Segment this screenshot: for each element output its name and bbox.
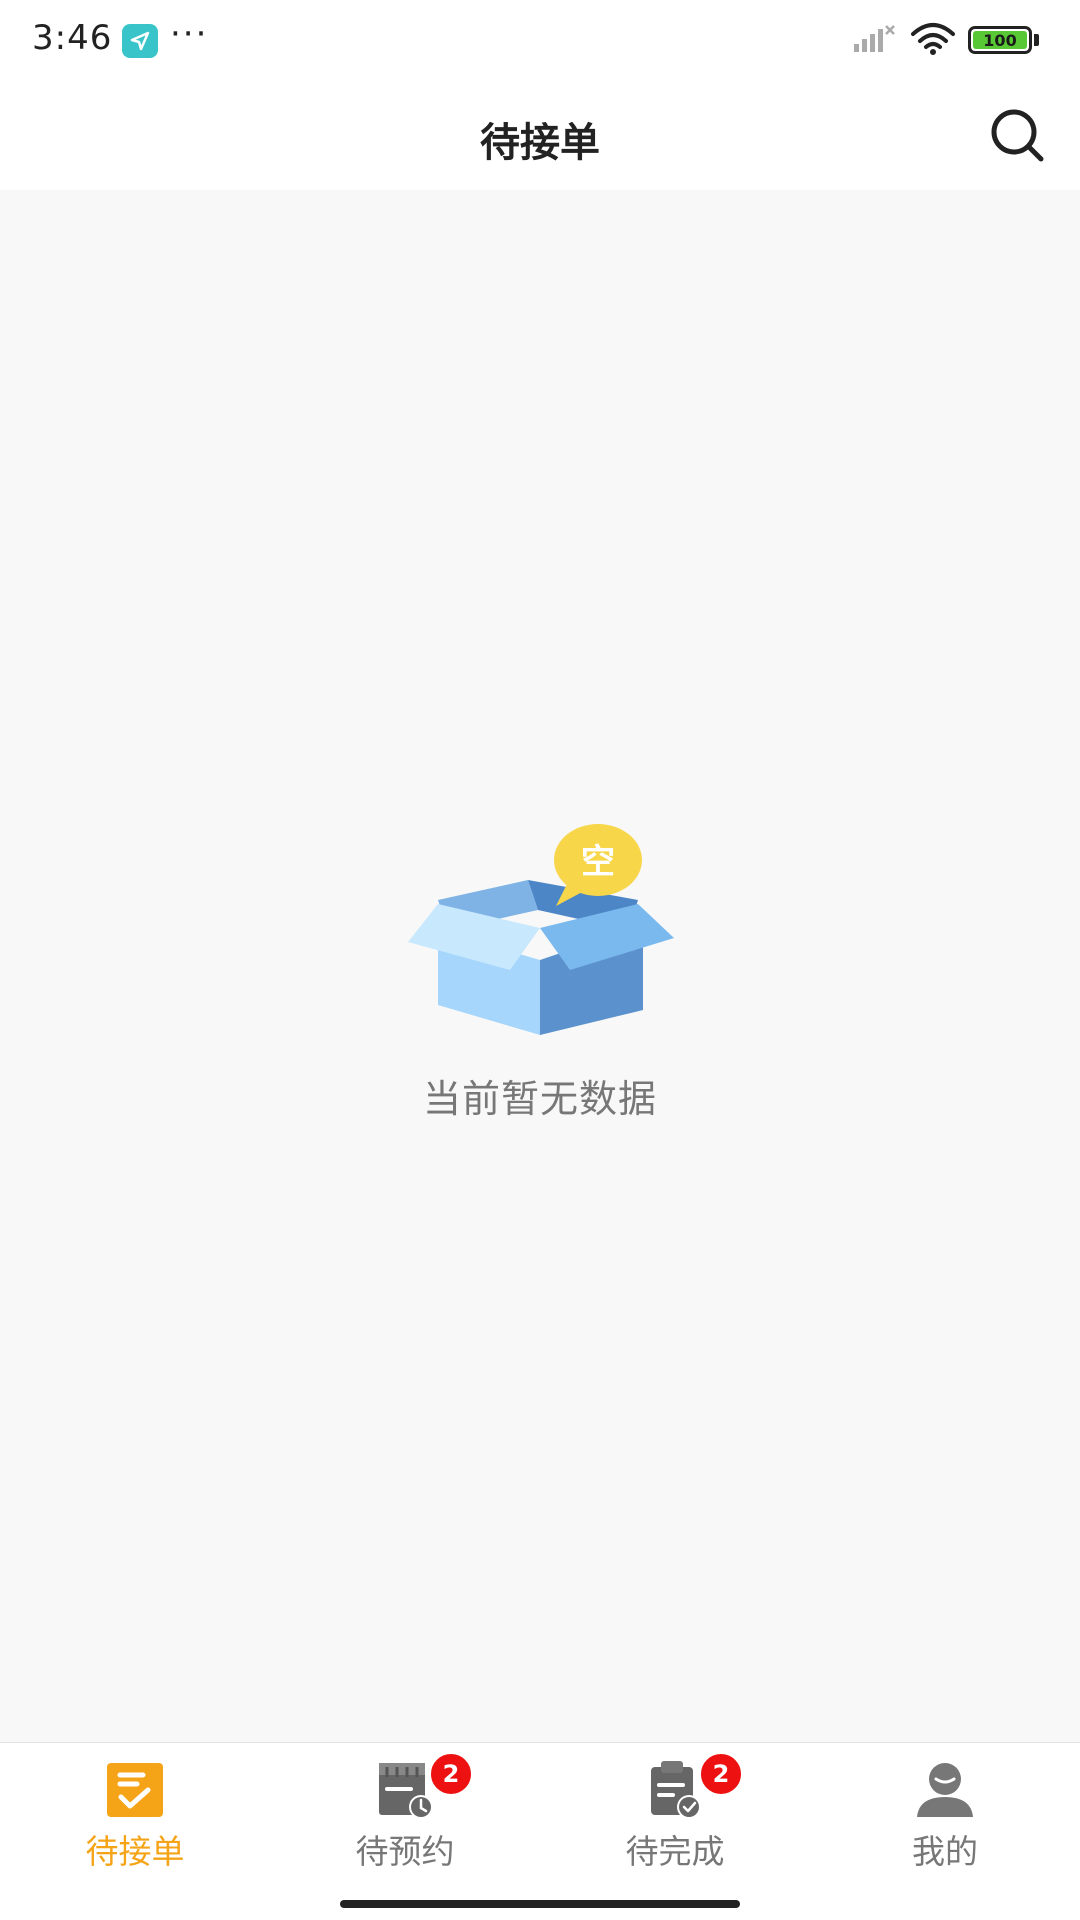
tab-label: 待预约 — [355, 1832, 455, 1871]
tab-mine[interactable]: 我的 — [810, 1743, 1080, 1873]
calendar-clock-icon — [379, 1763, 433, 1819]
app-header: 待接单 — [0, 82, 1080, 190]
empty-box-illustration: 空 — [408, 824, 674, 1035]
clipboard-done-icon — [651, 1761, 701, 1819]
user-icon — [917, 1763, 973, 1817]
status-more-dots: ··· — [170, 14, 209, 54]
battery-level: 100 — [973, 31, 1027, 50]
tab-pending-appointment[interactable]: 2 待预约 — [270, 1743, 540, 1873]
home-indicator[interactable] — [340, 1900, 740, 1908]
screen: 3:46 ··· 100 待接单 空 当前暂无数据 待接单 2 待预约 2 待完… — [0, 0, 1080, 1920]
status-bar: 3:46 ··· 100 — [0, 0, 1080, 82]
tab-label: 待接单 — [85, 1832, 185, 1871]
tab-badge: 2 — [698, 1751, 744, 1797]
battery-icon: 100 — [968, 26, 1032, 54]
page-title: 待接单 — [480, 120, 600, 166]
wifi-icon — [910, 22, 956, 60]
location-arrow-icon — [122, 24, 158, 58]
empty-message: 当前暂无数据 — [422, 1077, 657, 1121]
tab-label: 待完成 — [625, 1832, 725, 1871]
tab-label: 我的 — [912, 1832, 978, 1871]
clipboard-check-icon — [107, 1763, 163, 1817]
bottom-tab-bar: 待接单 2 待预约 2 待完成 我的 — [0, 1742, 1080, 1920]
tab-badge: 2 — [428, 1751, 474, 1797]
tab-pending-accept[interactable]: 待接单 — [0, 1743, 270, 1873]
empty-state: 空 当前暂无数据 — [0, 810, 1080, 1130]
empty-badge-text: 空 — [581, 842, 615, 882]
search-icon — [991, 109, 1044, 162]
status-time: 3:46 — [32, 18, 113, 58]
battery-cap — [1034, 34, 1039, 46]
signal-icon — [852, 24, 896, 58]
tab-pending-complete[interactable]: 2 待完成 — [540, 1743, 810, 1873]
search-button[interactable] — [986, 104, 1050, 168]
